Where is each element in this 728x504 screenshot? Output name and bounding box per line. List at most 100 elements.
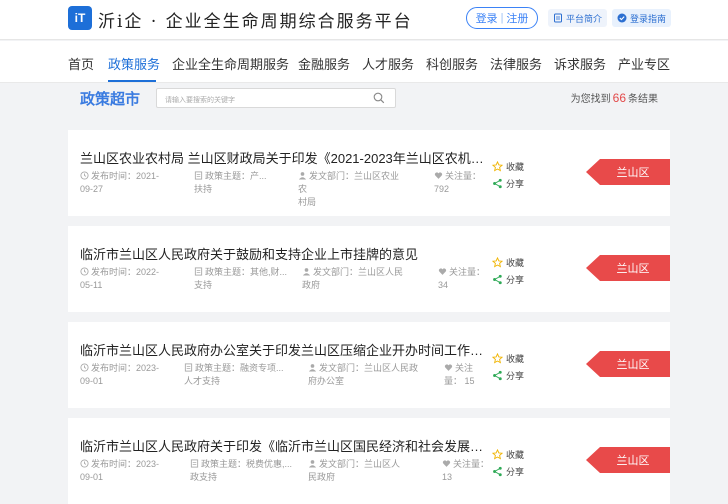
view-count-value: 792 — [434, 184, 450, 194]
policy-title[interactable]: 临沂市兰山区人民政府关于印发《临沂市兰山区国民经济和社会发展第十四个五年规划》的… — [80, 436, 486, 455]
top-header: iT 沂i企 · 企业全生命周期综合服务平台 登录 | 注册 平台简介 登录指南 — [0, 0, 728, 40]
policy-topic-value: 人才支持 — [184, 376, 221, 386]
auth-divider: | — [500, 12, 504, 24]
nav-talent-service[interactable]: 人才服务 — [362, 54, 414, 73]
login-register-pill: 登录 | 注册 — [466, 7, 538, 29]
login-guide-link[interactable]: 登录指南 — [612, 9, 672, 27]
share-button[interactable]: 分享 — [492, 367, 524, 384]
share-label: 分享 — [506, 467, 525, 477]
check-badge-icon — [617, 13, 627, 23]
view-count-label: 关注 — [455, 363, 474, 373]
issuing-dept-value: 民政府 — [308, 472, 336, 482]
policy-card[interactable]: 兰山区农业农村局 兰山区财政局关于印发《2021-2023年兰山区农机购置补贴实… — [68, 130, 670, 216]
policy-title[interactable]: 兰山区农业农村局 兰山区财政局关于印发《2021-2023年兰山区农机购置补贴实… — [80, 148, 486, 167]
view-count: 关注 量： 15 — [444, 362, 488, 388]
policy-title[interactable]: 临沂市兰山区人民政府办公室关于印发兰山区压缩企业开办时间工作实施方案的通知 — [80, 340, 486, 359]
logo-icon[interactable]: iT — [68, 6, 92, 30]
view-count: 关注量： 34 — [438, 266, 488, 292]
issuing-dept: 发文部门：兰山区人民政府 — [302, 266, 406, 292]
clock-icon — [80, 459, 89, 468]
collect-button[interactable]: 收藏 — [492, 446, 524, 463]
register-link[interactable]: 注册 — [506, 10, 528, 26]
issuing-dept-value: 政府 — [302, 280, 321, 290]
share-icon — [493, 178, 502, 189]
issuing-dept-value: 村局 — [298, 197, 317, 207]
document-icon — [554, 13, 562, 23]
nav-industry-zone[interactable]: 产业专区 — [618, 54, 670, 73]
collect-label: 收藏 — [506, 450, 525, 460]
region-tag: 兰山区 — [586, 159, 670, 185]
issuing-dept: 发文部门：兰山区人民政 府办公室 — [308, 362, 426, 388]
nav-finance-service[interactable]: 金融服务 — [298, 54, 350, 73]
doc-icon — [190, 459, 199, 468]
policy-title[interactable]: 临沂市兰山区人民政府关于鼓励和支持企业上市挂牌的意见 — [80, 244, 486, 263]
view-count: 关注量： 13 — [442, 458, 492, 484]
policy-topic-label: 政策主题：其他,财... — [205, 267, 288, 277]
card-actions: 收藏 分享 — [492, 254, 524, 288]
star-icon — [492, 353, 503, 364]
nav-home[interactable]: 首页 — [68, 54, 94, 73]
publish-date-value: 09-27 — [80, 184, 104, 194]
issuing-dept: 发文部门：兰山区人民政府 — [308, 458, 416, 484]
policy-card[interactable]: 临沂市兰山区人民政府关于鼓励和支持企业上市挂牌的意见 发布时间：2022- 05-… — [68, 226, 670, 312]
view-count-label: 关注量： — [445, 171, 482, 181]
view-count-label: 关注量： — [453, 459, 490, 469]
share-icon — [493, 274, 502, 285]
publish-date: 发布时间：2023- 09-01 — [80, 362, 180, 388]
platform-intro-link[interactable]: 平台简介 — [548, 9, 608, 27]
star-icon — [492, 257, 503, 268]
nav-innovation-service[interactable]: 科创服务 — [426, 54, 478, 73]
share-label: 分享 — [506, 179, 525, 189]
result-prefix: 为您找到 — [570, 94, 611, 105]
issuing-dept: 发文部门：兰山区农业农 村局 — [298, 170, 406, 209]
policy-topic: 政策主题：融资专项... 人才支持 — [184, 362, 294, 388]
policy-topic: 政策主题：税费优惠,... 政支持 — [190, 458, 294, 484]
publish-date: 发布时间：2023- 09-01 — [80, 458, 180, 484]
collect-button[interactable]: 收藏 — [492, 350, 524, 367]
publish-date-label: 发布时间：2023- — [91, 459, 160, 469]
doc-icon — [194, 171, 203, 180]
clock-icon — [80, 267, 89, 276]
platform-intro-label: 平台简介 — [566, 13, 603, 24]
policy-topic: 政策主题：其他,财... 支持 — [194, 266, 290, 292]
policy-topic-label: 政策主题：融资专项... — [195, 363, 284, 373]
policy-topic-label: 政策主题：产... — [205, 171, 267, 181]
policy-card[interactable]: 临沂市兰山区人民政府办公室关于印发兰山区压缩企业开办时间工作实施方案的通知 发布… — [68, 322, 670, 408]
main-nav: 首页 政策服务 企业全生命周期服务 金融服务 人才服务 科创服务 法律服务 诉求… — [0, 41, 728, 83]
publish-date-label: 发布时间：2021- — [91, 171, 160, 181]
card-actions: 收藏 分享 — [492, 446, 524, 480]
collect-button[interactable]: 收藏 — [492, 254, 524, 271]
share-button[interactable]: 分享 — [492, 271, 524, 288]
policy-card[interactable]: 临沂市兰山区人民政府关于印发《临沂市兰山区国民经济和社会发展第十四个五年规划》的… — [68, 418, 670, 504]
collect-button[interactable]: 收藏 — [492, 158, 524, 175]
nav-appeal-service[interactable]: 诉求服务 — [554, 54, 606, 73]
region-tag: 兰山区 — [586, 255, 670, 281]
user-icon — [308, 364, 317, 372]
share-button[interactable]: 分享 — [492, 463, 524, 480]
publish-date: 发布时间：2021- 09-27 — [80, 170, 180, 196]
clock-icon — [80, 363, 89, 372]
star-icon — [492, 161, 503, 172]
publish-date: 发布时间：2022- 05-11 — [80, 266, 180, 292]
star-icon — [492, 449, 503, 460]
nav-policy-service[interactable]: 政策服务 — [108, 54, 160, 73]
policy-topic: 政策主题：产... 扶持 — [194, 170, 290, 196]
search-box — [156, 88, 396, 110]
region-tag: 兰山区 — [586, 447, 670, 473]
login-guide-label: 登录指南 — [630, 13, 667, 24]
card-actions: 收藏 分享 — [492, 158, 524, 192]
search-icon[interactable] — [373, 92, 385, 104]
result-count: 为您找到 66 条结果 — [571, 90, 658, 105]
share-button[interactable]: 分享 — [492, 175, 524, 192]
nav-legal-service[interactable]: 法律服务 — [490, 54, 542, 73]
search-input[interactable] — [157, 91, 357, 110]
login-link[interactable]: 登录 — [476, 10, 498, 26]
view-count: 关注量： 792 — [434, 170, 484, 196]
collect-label: 收藏 — [506, 258, 525, 268]
policy-topic-value: 支持 — [194, 280, 213, 290]
view-count-value: 13 — [442, 472, 453, 482]
nav-lifecycle-service[interactable]: 企业全生命周期服务 — [172, 54, 289, 73]
share-icon — [493, 466, 502, 477]
share-icon — [493, 370, 502, 381]
heart-icon — [438, 268, 447, 275]
